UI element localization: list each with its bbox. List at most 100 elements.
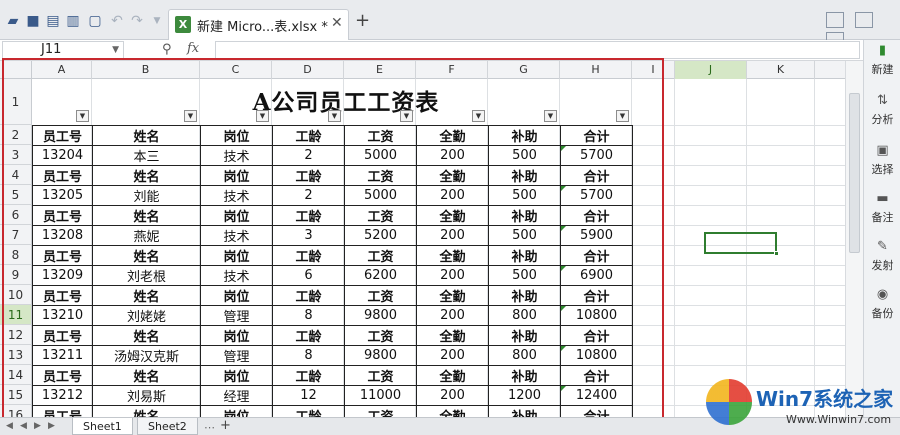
formula-input[interactable] (215, 41, 860, 59)
header-cell[interactable]: 补助 (488, 405, 561, 417)
table-cell[interactable]: 500 (488, 145, 561, 166)
open-folder-icon[interactable]: ▰ (4, 12, 22, 30)
row-header-9[interactable]: 9 (0, 265, 32, 285)
table-cell[interactable]: 500 (488, 225, 561, 246)
table-cell[interactable]: 800 (488, 345, 561, 366)
header-cell[interactable]: 补助 (488, 165, 561, 186)
table-cell[interactable]: 200 (416, 385, 489, 406)
filter-dropdown-icon[interactable]: ▼ (76, 110, 89, 122)
table-cell[interactable]: 200 (416, 225, 489, 246)
insert-function-icon[interactable]: fx (187, 41, 199, 56)
table-cell[interactable]: 本三 (92, 145, 201, 166)
column-header-k[interactable]: K (747, 61, 815, 79)
header-cell[interactable]: 补助 (488, 245, 561, 266)
quick-access-dropdown-icon[interactable]: ▼ (148, 12, 166, 30)
header-cell[interactable]: 全勤 (416, 245, 489, 266)
header-cell[interactable]: 员工号 (32, 405, 93, 417)
next-sheet-icon[interactable]: ▶ (34, 421, 41, 431)
add-sheet-icon[interactable]: + (220, 418, 231, 433)
header-cell[interactable]: 员工号 (32, 285, 93, 306)
header-cell[interactable]: 员工号 (32, 325, 93, 346)
header-cell[interactable]: 工资 (344, 205, 417, 226)
table-cell[interactable]: 12 (272, 385, 345, 406)
undo-icon[interactable]: ↶ (108, 12, 126, 30)
row-header-3[interactable]: 3 (0, 145, 32, 165)
header-cell[interactable]: 岗位 (200, 245, 273, 266)
header-cell[interactable]: 补助 (488, 365, 561, 386)
header-cell[interactable]: 岗位 (200, 285, 273, 306)
header-cell[interactable]: 全勤 (416, 365, 489, 386)
table-cell[interactable]: 500 (488, 265, 561, 286)
table-cell[interactable]: 2 (272, 185, 345, 206)
row-header-15[interactable]: 15 (0, 385, 32, 405)
column-header-i[interactable]: I (632, 61, 675, 79)
column-header-b[interactable]: B (92, 61, 200, 79)
table-cell[interactable]: 1200 (488, 385, 561, 406)
save-icon[interactable]: ■ (24, 12, 42, 30)
table-cell[interactable]: 12400 (560, 385, 633, 406)
table-cell[interactable]: 200 (416, 265, 489, 286)
table-cell[interactable]: 6 (272, 265, 345, 286)
header-cell[interactable]: 岗位 (200, 405, 273, 417)
table-cell[interactable]: 8 (272, 345, 345, 366)
table-cell[interactable]: 10800 (560, 345, 633, 366)
scrollbar-thumb[interactable] (849, 93, 860, 253)
header-cell[interactable]: 全勤 (416, 205, 489, 226)
export-pdf-icon[interactable]: ▤ (44, 12, 62, 30)
table-cell[interactable]: 8 (272, 305, 345, 326)
filter-dropdown-icon[interactable]: ▼ (400, 110, 413, 122)
sheet-tab-sheet1[interactable]: Sheet1 (72, 418, 133, 435)
header-cell[interactable]: 姓名 (92, 405, 201, 417)
header-cell[interactable]: 岗位 (200, 325, 273, 346)
filter-dropdown-icon[interactable]: ▼ (256, 110, 269, 122)
table-cell[interactable]: 6200 (344, 265, 417, 286)
header-cell[interactable]: 工资 (344, 285, 417, 306)
header-cell[interactable]: 工资 (344, 405, 417, 417)
table-cell[interactable]: 刘能 (92, 185, 201, 206)
header-cell[interactable]: 合计 (560, 125, 633, 146)
column-header-a[interactable]: A (32, 61, 92, 79)
header-cell[interactable]: 工资 (344, 365, 417, 386)
table-cell[interactable]: 13212 (32, 385, 93, 406)
header-cell[interactable]: 姓名 (92, 125, 201, 146)
table-cell[interactable]: 管理 (200, 345, 273, 366)
header-cell[interactable]: 岗位 (200, 165, 273, 186)
table-cell[interactable]: 5700 (560, 145, 633, 166)
table-cell[interactable]: 13210 (32, 305, 93, 326)
filter-dropdown-icon[interactable]: ▼ (544, 110, 557, 122)
header-cell[interactable]: 工龄 (272, 165, 345, 186)
column-header-f[interactable]: F (416, 61, 488, 79)
row-header-7[interactable]: 7 (0, 225, 32, 245)
restore-window-icon[interactable] (826, 12, 844, 28)
header-cell[interactable]: 工资 (344, 245, 417, 266)
row-header-12[interactable]: 12 (0, 325, 32, 345)
header-cell[interactable]: 姓名 (92, 285, 201, 306)
prev-sheet-icon[interactable]: ◀ (20, 421, 27, 431)
header-cell[interactable]: 员工号 (32, 205, 93, 226)
redo-icon[interactable]: ↷ (128, 12, 146, 30)
header-cell[interactable]: 姓名 (92, 205, 201, 226)
header-cell[interactable]: 工龄 (272, 365, 345, 386)
header-cell[interactable]: 补助 (488, 325, 561, 346)
header-cell[interactable]: 工龄 (272, 245, 345, 266)
table-cell[interactable]: 9800 (344, 345, 417, 366)
row-header-4[interactable]: 4 (0, 165, 32, 185)
table-cell[interactable]: 5900 (560, 225, 633, 246)
table-cell[interactable]: 技术 (200, 185, 273, 206)
filter-dropdown-icon[interactable]: ▼ (472, 110, 485, 122)
table-cell[interactable]: 刘老根 (92, 265, 201, 286)
table-cell[interactable]: 汤姆汉克斯 (92, 345, 201, 366)
column-header-g[interactable]: G (488, 61, 560, 79)
header-cell[interactable]: 合计 (560, 205, 633, 226)
header-cell[interactable]: 全勤 (416, 405, 489, 417)
table-cell[interactable]: 5000 (344, 145, 417, 166)
panel-item-backup[interactable]: ◉ 备份 (864, 288, 900, 321)
header-cell[interactable]: 合计 (560, 405, 633, 417)
row-header-2[interactable]: 2 (0, 125, 32, 145)
table-cell[interactable]: 燕妮 (92, 225, 201, 246)
print-preview-icon[interactable]: ▢ (86, 12, 104, 30)
column-header-j[interactable]: J (675, 61, 747, 79)
table-cell[interactable]: 800 (488, 305, 561, 326)
header-cell[interactable]: 姓名 (92, 245, 201, 266)
header-cell[interactable]: 补助 (488, 205, 561, 226)
